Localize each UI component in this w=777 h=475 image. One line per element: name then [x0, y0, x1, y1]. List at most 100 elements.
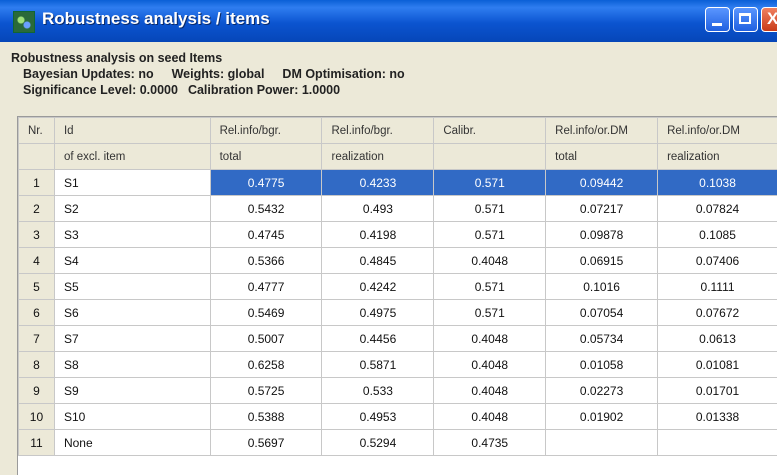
- value-cell[interactable]: 0.4775: [209, 169, 323, 196]
- value-cell[interactable]: 0.5725: [209, 377, 323, 404]
- value-cell[interactable]: 0.5388: [209, 403, 323, 430]
- item-id-cell[interactable]: None: [53, 429, 211, 456]
- table-row[interactable]: 3 S3 0.4745 0.4198 0.571 0.09878 0.1085: [18, 221, 777, 248]
- value-cell[interactable]: 0.571: [433, 195, 547, 222]
- value-cell[interactable]: 0.07406: [657, 247, 777, 274]
- value-cell[interactable]: 0.533: [321, 377, 435, 404]
- value-cell[interactable]: 0.5871: [321, 351, 435, 378]
- table-row[interactable]: 4 S4 0.5366 0.4845 0.4048 0.06915 0.07406: [18, 247, 777, 274]
- table-row[interactable]: 8 S8 0.6258 0.5871 0.4048 0.01058 0.01081: [18, 351, 777, 378]
- value-cell[interactable]: 0.01058: [545, 351, 659, 378]
- table-row[interactable]: 6 S6 0.5469 0.4975 0.571 0.07054 0.07672: [18, 299, 777, 326]
- maximize-button[interactable]: [733, 7, 758, 32]
- value-cell[interactable]: 0.01902: [545, 403, 659, 430]
- value-cell[interactable]: 0.4048: [433, 377, 547, 404]
- value-cell[interactable]: 0.4242: [321, 273, 435, 300]
- column-header[interactable]: Rel.info/bgr.: [321, 117, 435, 144]
- value-cell[interactable]: 0.4735: [433, 429, 547, 456]
- table-row[interactable]: 5 S5 0.4777 0.4242 0.571 0.1016 0.1111: [18, 273, 777, 300]
- value-cell[interactable]: 0.1016: [545, 273, 659, 300]
- value-cell[interactable]: 0.05734: [545, 325, 659, 352]
- row-number-cell[interactable]: 1: [18, 169, 55, 196]
- value-cell[interactable]: 0.01701: [657, 377, 777, 404]
- item-id-cell[interactable]: S7: [53, 325, 211, 352]
- value-cell[interactable]: 0.4048: [433, 325, 547, 352]
- value-cell[interactable]: 0.06915: [545, 247, 659, 274]
- value-cell[interactable]: 0.07672: [657, 299, 777, 326]
- row-number-cell[interactable]: 2: [18, 195, 55, 222]
- value-cell[interactable]: 0.4048: [433, 247, 547, 274]
- table-row[interactable]: 10 S10 0.5388 0.4953 0.4048 0.01902 0.01338: [18, 403, 777, 430]
- item-id-cell[interactable]: S6: [53, 299, 211, 326]
- row-number-cell[interactable]: 3: [18, 221, 55, 248]
- row-number-cell[interactable]: 4: [18, 247, 55, 274]
- value-cell[interactable]: 0.4198: [321, 221, 435, 248]
- value-cell[interactable]: 0.5007: [209, 325, 323, 352]
- value-cell[interactable]: 0.4953: [321, 403, 435, 430]
- results-table-container[interactable]: Nr. Id Rel.info/bgr. Rel.info/bgr. Calib…: [17, 116, 777, 475]
- value-cell[interactable]: [657, 429, 777, 456]
- value-cell[interactable]: 0.02273: [545, 377, 659, 404]
- column-header[interactable]: Rel.info/or.DM: [545, 117, 659, 144]
- column-header[interactable]: Rel.info/or.DM: [657, 117, 777, 144]
- table-row[interactable]: 2 S2 0.5432 0.493 0.571 0.07217 0.07824: [18, 195, 777, 222]
- value-cell[interactable]: 0.0613: [657, 325, 777, 352]
- item-id-cell[interactable]: S10: [53, 403, 211, 430]
- value-cell[interactable]: 0.4845: [321, 247, 435, 274]
- row-number-cell[interactable]: 10: [18, 403, 55, 430]
- value-cell[interactable]: 0.4233: [321, 169, 435, 196]
- title-bar[interactable]: Robustness analysis / items X: [0, 0, 777, 42]
- value-cell[interactable]: 0.07217: [545, 195, 659, 222]
- value-cell[interactable]: 0.4048: [433, 403, 547, 430]
- value-cell[interactable]: 0.07054: [545, 299, 659, 326]
- value-cell[interactable]: 0.571: [433, 299, 547, 326]
- table-row[interactable]: 7 S7 0.5007 0.4456 0.4048 0.05734 0.0613: [18, 325, 777, 352]
- row-number-cell[interactable]: 9: [18, 377, 55, 404]
- value-cell[interactable]: 0.1111: [657, 273, 777, 300]
- minimize-button[interactable]: [705, 7, 730, 32]
- value-cell[interactable]: 0.4745: [209, 221, 323, 248]
- value-cell[interactable]: 0.1038: [657, 169, 777, 196]
- value-cell[interactable]: 0.1085: [657, 221, 777, 248]
- table-row[interactable]: 1 S1 0.4775 0.4233 0.571 0.09442 0.1038: [18, 169, 777, 196]
- value-cell[interactable]: 0.571: [433, 221, 547, 248]
- item-id-cell[interactable]: S5: [53, 273, 211, 300]
- row-number-cell[interactable]: 7: [18, 325, 55, 352]
- value-cell[interactable]: 0.571: [433, 169, 547, 196]
- value-cell[interactable]: 0.5294: [321, 429, 435, 456]
- item-id-cell[interactable]: S1: [53, 169, 211, 196]
- item-id-cell[interactable]: S3: [53, 221, 211, 248]
- column-header[interactable]: Rel.info/bgr.: [209, 117, 323, 144]
- row-number-cell[interactable]: 6: [18, 299, 55, 326]
- item-id-cell[interactable]: S4: [53, 247, 211, 274]
- value-cell[interactable]: 0.4975: [321, 299, 435, 326]
- value-cell[interactable]: 0.5366: [209, 247, 323, 274]
- value-cell[interactable]: 0.6258: [209, 351, 323, 378]
- value-cell[interactable]: 0.5432: [209, 195, 323, 222]
- value-cell[interactable]: 0.09442: [545, 169, 659, 196]
- column-header[interactable]: Nr.: [18, 117, 55, 144]
- table-row[interactable]: 11 None 0.5697 0.5294 0.4735: [18, 429, 777, 456]
- column-header[interactable]: Calibr.: [433, 117, 547, 144]
- column-header[interactable]: Id: [53, 117, 211, 144]
- value-cell[interactable]: 0.01338: [657, 403, 777, 430]
- item-id-cell[interactable]: S8: [53, 351, 211, 378]
- row-number-cell[interactable]: 5: [18, 273, 55, 300]
- value-cell[interactable]: 0.4777: [209, 273, 323, 300]
- value-cell[interactable]: 0.01081: [657, 351, 777, 378]
- value-cell[interactable]: 0.09878: [545, 221, 659, 248]
- value-cell[interactable]: 0.07824: [657, 195, 777, 222]
- value-cell[interactable]: 0.4456: [321, 325, 435, 352]
- value-cell[interactable]: 0.493: [321, 195, 435, 222]
- table-row[interactable]: 9 S9 0.5725 0.533 0.4048 0.02273 0.01701: [18, 377, 777, 404]
- item-id-cell[interactable]: S9: [53, 377, 211, 404]
- value-cell[interactable]: 0.571: [433, 273, 547, 300]
- item-id-cell[interactable]: S2: [53, 195, 211, 222]
- close-button[interactable]: X: [761, 7, 777, 32]
- row-number-cell[interactable]: 11: [18, 429, 55, 456]
- value-cell[interactable]: [545, 429, 659, 456]
- value-cell[interactable]: 0.5469: [209, 299, 323, 326]
- row-number-cell[interactable]: 8: [18, 351, 55, 378]
- value-cell[interactable]: 0.4048: [433, 351, 547, 378]
- value-cell[interactable]: 0.5697: [209, 429, 323, 456]
